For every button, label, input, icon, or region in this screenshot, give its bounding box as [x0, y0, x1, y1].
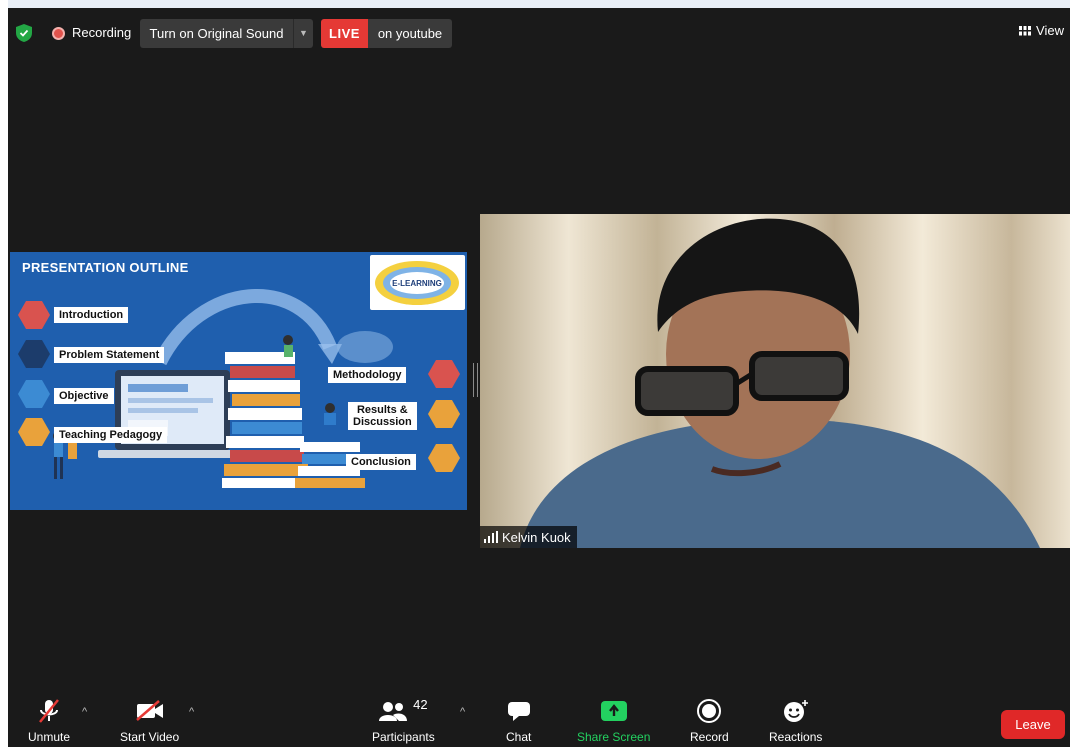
record-dot-icon [52, 27, 65, 40]
record-icon [697, 699, 722, 723]
reactions-icon [783, 700, 808, 722]
outline-item-introduction: Introduction [54, 307, 129, 323]
video-options-caret-icon[interactable]: ^ [189, 706, 194, 718]
record-label: Record [690, 730, 729, 744]
reactions-button[interactable]: Reactions [769, 696, 822, 744]
outline-item-objective: Objective [54, 388, 114, 404]
chat-icon [507, 702, 530, 721]
unmute-button[interactable]: Unmute [28, 696, 70, 744]
outline-item-results-discussion: Results & Discussion [348, 402, 417, 430]
video-off-icon [135, 700, 163, 721]
meeting-top-bar: Recording Turn on Original Sound ▼ LIVE … [8, 18, 1070, 48]
discussion-line: Discussion [353, 416, 412, 428]
shared-slide[interactable]: PRESENTATION OUTLINE E-LEARNING Introduc… [10, 252, 467, 510]
outline-item-problem-statement: Problem Statement [54, 347, 165, 363]
participants-button[interactable]: 42 Participants [372, 696, 435, 745]
grid-view-icon [1019, 25, 1032, 35]
outline-item-teaching-pedagogy: Teaching Pedagogy [54, 427, 168, 443]
live-stream-target[interactable]: on youtube [368, 19, 452, 48]
slide-logo: E-LEARNING [370, 255, 465, 310]
window-left-border [0, 0, 8, 747]
participants-options-caret-icon[interactable]: ^ [460, 706, 465, 718]
participant-name: Kelvin Kuok [502, 529, 571, 545]
mic-muted-icon [39, 699, 59, 723]
slide-logo-text: E-LEARNING [392, 279, 442, 288]
results-line: Results & [356, 404, 408, 416]
chat-button[interactable]: Chat [506, 696, 531, 744]
participants-icon [379, 702, 408, 721]
speaker-video-frame [480, 214, 1070, 548]
participants-label: Participants [372, 730, 435, 744]
slide-title: PRESENTATION OUTLINE [22, 260, 189, 275]
participant-name-tag: Kelvin Kuok [480, 526, 577, 548]
view-label: View [1036, 23, 1064, 38]
share-screen-button[interactable]: Share Screen [577, 696, 650, 744]
start-video-button[interactable]: Start Video [120, 696, 179, 744]
recording-status: Recording [72, 25, 132, 40]
participants-count: 42 [413, 696, 428, 712]
outline-item-conclusion: Conclusion [346, 454, 416, 470]
dropdown-caret-icon[interactable]: ▼ [293, 19, 313, 48]
signal-icon [484, 531, 498, 543]
window-top-border [0, 0, 1070, 8]
leave-button[interactable]: Leave [1001, 710, 1065, 739]
split-divider-handle[interactable] [473, 363, 478, 397]
unmute-label: Unmute [28, 730, 71, 744]
chat-label: Chat [506, 730, 532, 744]
meeting-toolbar: Unmute ^ Start Video ^ 42 Participants ^ [8, 696, 1070, 747]
original-sound-button[interactable]: Turn on Original Sound [140, 19, 293, 48]
reactions-label: Reactions [769, 730, 823, 744]
outline-item-methodology: Methodology [328, 367, 407, 383]
share-screen-label: Share Screen [577, 730, 651, 744]
view-button[interactable]: View [1019, 23, 1064, 38]
audio-options-caret-icon[interactable]: ^ [82, 706, 87, 718]
speaker-video[interactable]: Kelvin Kuok [480, 214, 1070, 548]
share-screen-icon [600, 701, 627, 721]
zoom-meeting-window: Recording Turn on Original Sound ▼ LIVE … [8, 8, 1070, 747]
start-video-label: Start Video [120, 730, 180, 744]
live-badge[interactable]: LIVE [321, 19, 368, 48]
shield-icon[interactable] [16, 24, 32, 42]
record-button[interactable]: Record [690, 696, 729, 744]
